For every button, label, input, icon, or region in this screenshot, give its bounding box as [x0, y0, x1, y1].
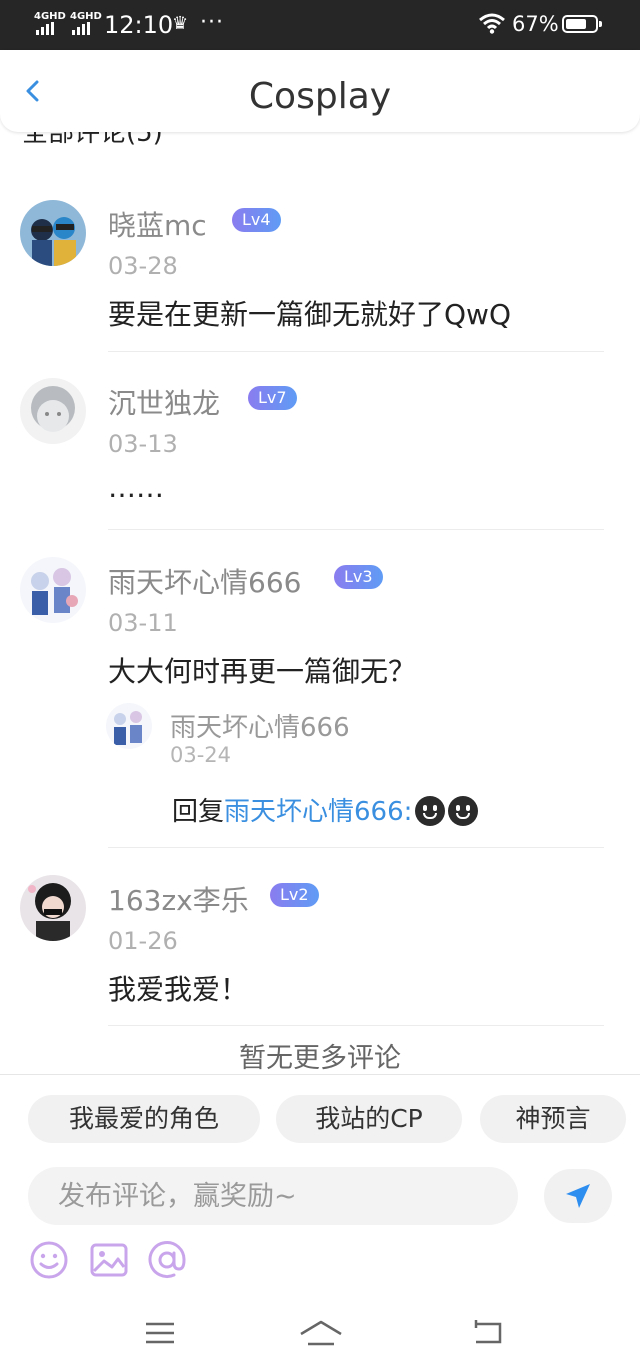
level-badge: Lv4	[232, 208, 281, 232]
comment-date: 03-11	[108, 609, 178, 637]
comment-date: 01-26	[108, 927, 178, 955]
mention-icon[interactable]	[146, 1239, 188, 1281]
chip-favorite-character[interactable]: 我最爱的角色	[28, 1095, 260, 1143]
divider	[108, 529, 604, 530]
battery-percent: 67%	[512, 12, 559, 36]
reply-avatar[interactable]	[106, 703, 152, 749]
more-notifications-icon: ···	[200, 10, 224, 35]
wifi-icon	[479, 13, 505, 34]
comment-text: 我爱我爱！	[108, 973, 249, 1006]
battery-icon	[562, 15, 602, 33]
signal-icon-2	[72, 22, 90, 35]
comment-author[interactable]: 163zx李乐	[108, 879, 249, 919]
page-title: Cosplay	[248, 76, 392, 117]
send-icon	[566, 1184, 590, 1208]
comment-text: 要是在更新一篇御无就好了QwQ	[108, 298, 511, 331]
chip-my-cp[interactable]: 我站的CP	[276, 1095, 462, 1143]
reply-author[interactable]: 雨天坏心情666	[170, 707, 350, 744]
comment-author[interactable]: 晓蓝mc	[108, 204, 207, 244]
comment-text: 大大何时再更一篇御无？	[108, 655, 417, 688]
home-icon[interactable]	[298, 1316, 344, 1350]
divider	[108, 351, 604, 352]
comment-input[interactable]	[28, 1167, 518, 1225]
emoji-icon[interactable]	[28, 1239, 70, 1281]
no-more-comments: 暂无更多评论	[239, 1043, 401, 1074]
avatar[interactable]	[20, 557, 86, 623]
crown-icon: ♛	[172, 13, 189, 34]
divider	[108, 1025, 604, 1026]
navigation-bar	[0, 1296, 640, 1372]
status-bar: 4GHD 4GHD 12:10 ♛ ··· 67%	[0, 0, 640, 50]
smiley-emoji-icon	[415, 796, 446, 826]
comment-author[interactable]: 沉世独龙	[108, 382, 220, 422]
signal-label-2: 4GHD	[70, 11, 102, 22]
avatar[interactable]	[20, 200, 86, 266]
header: Cosplay	[0, 50, 640, 132]
level-badge: Lv3	[334, 565, 383, 589]
clock: 12:10	[104, 11, 174, 39]
avatar[interactable]	[20, 378, 86, 444]
comment-author[interactable]: 雨天坏心情666	[108, 561, 301, 601]
comment-date: 03-28	[108, 252, 178, 280]
reply-date: 03-24	[170, 743, 232, 767]
comment-date: 03-13	[108, 430, 178, 458]
back-nav-icon[interactable]	[468, 1316, 508, 1350]
avatar[interactable]	[20, 875, 86, 941]
divider	[108, 847, 604, 848]
comment-composer: 我最爱的角色 我站的CP 神预言	[0, 1074, 640, 1297]
reply-text: 回复雨天坏心情666:	[172, 791, 479, 828]
reply-mention-link[interactable]: 雨天坏心情666:	[224, 797, 412, 827]
comment-text: ……	[108, 471, 164, 504]
reply-prefix: 回复	[172, 797, 225, 827]
chip-prophecy[interactable]: 神预言	[480, 1095, 626, 1143]
send-button[interactable]	[544, 1169, 612, 1223]
image-icon[interactable]	[88, 1239, 130, 1281]
level-badge: Lv7	[248, 386, 297, 410]
level-badge: Lv2	[270, 883, 319, 907]
menu-icon[interactable]	[140, 1316, 180, 1350]
signal-label-1: 4GHD	[34, 11, 66, 22]
signal-icon-1	[36, 22, 54, 35]
smiley-emoji-icon	[448, 796, 479, 826]
